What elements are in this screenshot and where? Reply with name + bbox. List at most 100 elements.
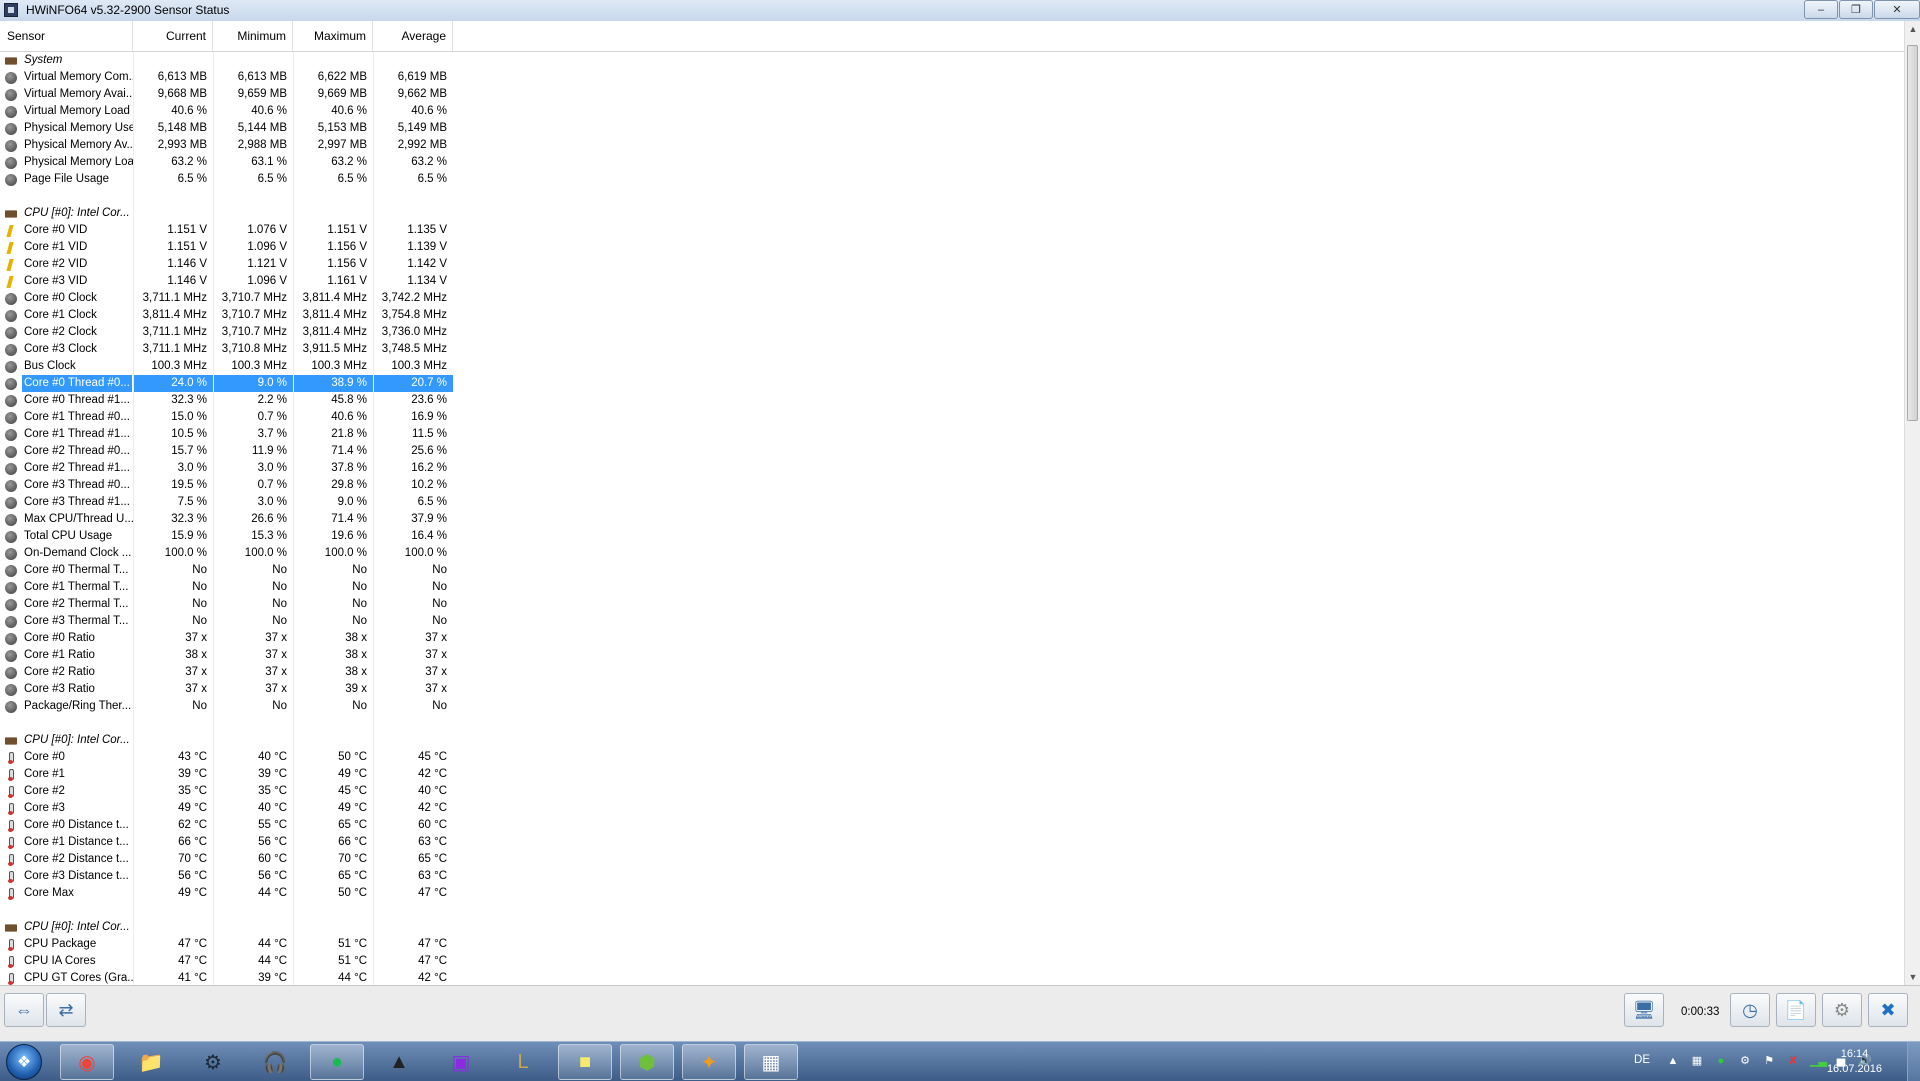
tray-expand-icon[interactable]: ▲ xyxy=(1666,1054,1680,1068)
table-row[interactable]: Physical Memory Used 5,148 MB 5,144 MB 5,15… xyxy=(0,120,1904,137)
language-indicator[interactable]: DE xyxy=(1634,1054,1650,1066)
taskbar-xbox-app[interactable]: ⬢ xyxy=(620,1044,674,1080)
table-row[interactable]: Core #3 49 °C 40 °C 49 °C 42 °C xyxy=(0,800,1904,817)
taskbar-league[interactable]: L xyxy=(496,1044,550,1080)
table-row[interactable]: Core #1 Clock 3,811.4 MHz 3,710.7 MHz 3,811… xyxy=(0,307,1904,324)
close-window-button[interactable]: ✕ xyxy=(1874,0,1920,19)
group-header-row[interactable]: CPU [#0]: Intel Cor... xyxy=(0,205,1904,222)
table-row[interactable]: Core #1 Thread #1... 10.5 % 3.7 % 21.8 % 11.… xyxy=(0,426,1904,443)
title-bar[interactable]: HWiNFO64 v5.32-2900 Sensor Status ‒ ❐ ✕ xyxy=(0,0,1920,22)
table-row[interactable]: Core #3 Distance t... 56 °C 56 °C 65 °C 63 °… xyxy=(0,868,1904,885)
settings-button[interactable]: ⚙ xyxy=(1822,993,1862,1027)
table-row[interactable]: Core #0 VID 1.151 V 1.076 V 1.151 V 1.135 V xyxy=(0,222,1904,239)
scroll-thumb[interactable] xyxy=(1907,45,1918,421)
table-row[interactable]: Core #3 VID 1.146 V 1.096 V 1.161 V 1.134 V xyxy=(0,273,1904,290)
taskbar-teamspeak[interactable]: 🎧 xyxy=(248,1044,302,1080)
table-row[interactable]: Package/Ring Ther... No No No No xyxy=(0,698,1904,715)
table-row[interactable]: Core #3 Thermal T... No No No No xyxy=(0,613,1904,630)
sensor-label: Physical Memory Av... xyxy=(24,139,133,151)
show-desktop-button[interactable] xyxy=(1907,1042,1920,1081)
tray-signal-icon[interactable]: ▁▃ xyxy=(1810,1054,1827,1068)
table-row[interactable]: Virtual Memory Load 40.6 % 40.6 % 40.6 % 40.… xyxy=(0,103,1904,120)
table-row[interactable]: Physical Memory Av... 2,993 MB 2,988 MB 2,9… xyxy=(0,137,1904,154)
table-row[interactable]: Core #0 Thread #1... 32.3 % 2.2 % 45.8 % 23.… xyxy=(0,392,1904,409)
column-header-average[interactable]: Average xyxy=(373,21,453,51)
table-row[interactable]: Core #1 Distance t... 66 °C 56 °C 66 °C 63 °… xyxy=(0,834,1904,851)
table-row[interactable]: Core #1 VID 1.151 V 1.096 V 1.156 V 1.139 V xyxy=(0,239,1904,256)
tray-steam-icon[interactable]: ⚙ xyxy=(1738,1054,1752,1068)
group-header-row[interactable]: CPU [#0]: Intel Cor... xyxy=(0,919,1904,936)
minimum-value-cell: 39 °C xyxy=(213,970,293,985)
taskbar-game[interactable]: ▣ xyxy=(434,1044,488,1080)
table-row[interactable]: CPU GT Cores (Gra... 41 °C 39 °C 44 °C 42 °C xyxy=(0,970,1904,985)
tray-hwinfo-icon[interactable]: ▦ xyxy=(1690,1054,1704,1068)
average-value-cell: 1.134 V xyxy=(373,273,453,290)
current-value-cell: 32.3 % xyxy=(133,511,213,528)
table-row[interactable]: Core #1 39 °C 39 °C 49 °C 42 °C xyxy=(0,766,1904,783)
table-row[interactable]: Core #3 Thread #1... 7.5 % 3.0 % 9.0 % 6.5 % xyxy=(0,494,1904,511)
table-row[interactable]: Core #2 Ratio 37 x 37 x 38 x 37 x xyxy=(0,664,1904,681)
table-row[interactable]: Core #3 Ratio 37 x 37 x 39 x 37 x xyxy=(0,681,1904,698)
taskbar-mouse-app[interactable]: ▲ xyxy=(372,1044,426,1080)
table-row[interactable]: Core #2 VID 1.146 V 1.121 V 1.156 V 1.142 V xyxy=(0,256,1904,273)
system-clock[interactable]: 16:14 16.07.2016 xyxy=(1827,1047,1882,1077)
taskbar-hwinfo[interactable]: ▦ xyxy=(744,1044,798,1080)
table-row[interactable]: Core #2 Thread #1... 3.0 % 3.0 % 37.8 % 16.2… xyxy=(0,460,1904,477)
start-button[interactable]: ❖ xyxy=(6,1044,42,1080)
taskbar-explorer[interactable]: 📁 xyxy=(124,1044,178,1080)
table-row[interactable]: Core #3 Thread #0... 19.5 % 0.7 % 29.8 % 10.… xyxy=(0,477,1904,494)
table-row[interactable]: Core #2 Thread #0... 15.7 % 11.9 % 71.4 % 25… xyxy=(0,443,1904,460)
table-row[interactable]: Core #1 Thread #0... 15.0 % 0.7 % 40.6 % 16.… xyxy=(0,409,1904,426)
taskbar-csgo[interactable]: ✦ xyxy=(682,1044,736,1080)
table-row[interactable]: CPU Package 47 °C 44 °C 51 °C 47 °C xyxy=(0,936,1904,953)
table-row[interactable]: Core #0 Ratio 37 x 37 x 38 x 37 x xyxy=(0,630,1904,647)
logging-button[interactable]: 📄 xyxy=(1776,993,1816,1027)
table-row[interactable]: Core #0 43 °C 40 °C 50 °C 45 °C xyxy=(0,749,1904,766)
column-header-sensor[interactable]: Sensor xyxy=(0,21,133,51)
sensor-table[interactable]: Sensor Current Minimum Maximum Average S… xyxy=(0,21,1904,985)
table-row[interactable]: Core #0 Thermal T... No No No No xyxy=(0,562,1904,579)
table-row[interactable]: Total CPU Usage 15.9 % 15.3 % 19.6 % 16.4 % xyxy=(0,528,1904,545)
tray-green-icon[interactable]: ● xyxy=(1714,1054,1728,1068)
table-row[interactable]: Core Max 49 °C 44 °C 50 °C 47 °C xyxy=(0,885,1904,902)
table-row[interactable]: Core #2 Distance t... 70 °C 60 °C 70 °C 65 °… xyxy=(0,851,1904,868)
tray-antivirus-icon[interactable]: ✘ xyxy=(1786,1054,1800,1068)
taskbar-spotify[interactable]: ● xyxy=(310,1044,364,1080)
taskbar-chrome[interactable]: ◉ xyxy=(60,1044,114,1080)
table-row[interactable]: Core #2 35 °C 35 °C 45 °C 40 °C xyxy=(0,783,1904,800)
table-row[interactable]: Core #2 Thermal T... No No No No xyxy=(0,596,1904,613)
table-row[interactable]: CPU IA Cores 47 °C 44 °C 51 °C 47 °C xyxy=(0,953,1904,970)
table-row[interactable]: Core #2 Clock 3,711.1 MHz 3,710.7 MHz 3,811… xyxy=(0,324,1904,341)
tray-flag-icon[interactable]: ⚑ xyxy=(1762,1054,1776,1068)
table-row[interactable]: Virtual Memory Avai... 9,668 MB 9,659 MB 9,… xyxy=(0,86,1904,103)
exit-button[interactable]: ✖ xyxy=(1868,993,1908,1027)
restore-button[interactable]: ❐ xyxy=(1839,0,1873,19)
table-row[interactable]: Core #1 Thermal T... No No No No xyxy=(0,579,1904,596)
table-row[interactable]: Core #0 Clock 3,711.1 MHz 3,710.7 MHz 3,811… xyxy=(0,290,1904,307)
taskbar-steam[interactable]: ⚙ xyxy=(186,1044,240,1080)
table-row[interactable]: Physical Memory Load 63.2 % 63.1 % 63.2 % 63… xyxy=(0,154,1904,171)
table-row[interactable]: Core #3 Clock 3,711.1 MHz 3,710.8 MHz 3,911… xyxy=(0,341,1904,358)
taskbar-sticky-notes[interactable]: ■ xyxy=(558,1044,612,1080)
table-row[interactable]: Page File Usage 6.5 % 6.5 % 6.5 % 6.5 % xyxy=(0,171,1904,188)
column-header-current[interactable]: Current xyxy=(133,21,213,51)
table-row[interactable]: Bus Clock 100.3 MHz 100.3 MHz 100.3 MHz 100.… xyxy=(0,358,1904,375)
reset-clock-button[interactable]: ◷ xyxy=(1730,993,1770,1027)
collapse-button[interactable]: ⇄ xyxy=(46,993,86,1027)
vertical-scrollbar[interactable]: ▲ ▼ xyxy=(1904,21,1920,985)
table-row[interactable]: Virtual Memory Com... 6,613 MB 6,613 MB 6,6… xyxy=(0,69,1904,86)
column-header-minimum[interactable]: Minimum xyxy=(213,21,293,51)
expand-button[interactable]: ⇔ xyxy=(4,993,44,1027)
group-header-row[interactable]: CPU [#0]: Intel Cor... xyxy=(0,732,1904,749)
network-button[interactable]: 🖥 xyxy=(1624,993,1664,1027)
table-row[interactable]: Core #0 Thread #0... 24.0 % 9.0 % 38.9 % 20.… xyxy=(0,375,1904,392)
minimize-button[interactable]: ‒ xyxy=(1804,0,1838,19)
group-header-row[interactable]: System xyxy=(0,52,1904,69)
table-row[interactable]: Core #0 Distance t... 62 °C 55 °C 65 °C 60 °… xyxy=(0,817,1904,834)
table-row[interactable]: Max CPU/Thread U... 32.3 % 26.6 % 71.4 % 37.… xyxy=(0,511,1904,528)
column-header-maximum[interactable]: Maximum xyxy=(293,21,373,51)
table-row[interactable]: Core #1 Ratio 38 x 37 x 38 x 37 x xyxy=(0,647,1904,664)
scroll-up-arrow[interactable]: ▲ xyxy=(1905,21,1920,37)
scroll-down-arrow[interactable]: ▼ xyxy=(1905,969,1920,985)
table-row[interactable]: On-Demand Clock ... 100.0 % 100.0 % 100.0 %… xyxy=(0,545,1904,562)
